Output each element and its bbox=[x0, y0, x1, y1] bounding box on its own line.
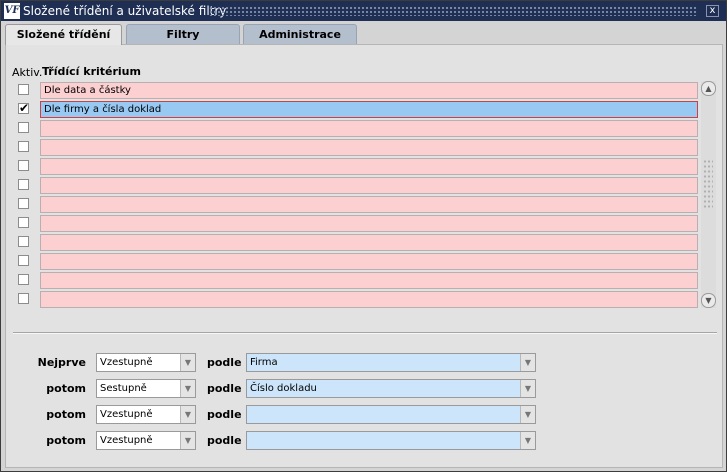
sort-level-label: potom bbox=[46, 434, 86, 447]
tab-slozene-trideni[interactable]: Složené třídění bbox=[5, 24, 122, 45]
scroll-down-icon[interactable]: ▼ bbox=[701, 293, 716, 308]
criterion-cell[interactable] bbox=[40, 253, 698, 270]
criterion-cell[interactable] bbox=[40, 139, 698, 156]
sort-field-select[interactable]: ▼ bbox=[246, 405, 536, 424]
scroll-up-icon[interactable]: ▲ bbox=[701, 81, 716, 96]
column-header-criterion: Třídící kritérium bbox=[42, 65, 141, 78]
row-active-checkbox[interactable] bbox=[18, 274, 29, 285]
criterion-cell[interactable]: Dle data a částky bbox=[40, 82, 698, 99]
podle-label: podle bbox=[207, 356, 242, 369]
row-active-checkbox[interactable] bbox=[18, 236, 29, 247]
sort-direction-value: Vzestupně bbox=[100, 409, 153, 420]
title-bar[interactable]: VF Složené třídění a uživatelské filtry … bbox=[1, 1, 726, 21]
row-active-checkbox[interactable] bbox=[18, 198, 29, 209]
row-active-checkbox[interactable] bbox=[18, 217, 29, 228]
sort-level-label: potom bbox=[46, 408, 86, 421]
podle-label: podle bbox=[207, 408, 242, 421]
sort-direction-value: Sestupně bbox=[100, 383, 147, 394]
sort-direction-select[interactable]: Sestupně ▼ bbox=[96, 379, 196, 398]
criterion-cell[interactable] bbox=[40, 215, 698, 232]
row-active-checkbox[interactable] bbox=[18, 293, 29, 304]
row-active-checkbox[interactable] bbox=[18, 160, 29, 171]
row-active-checkbox[interactable] bbox=[18, 255, 29, 266]
podle-label: podle bbox=[207, 382, 242, 395]
app-logo-icon: VF bbox=[4, 3, 20, 19]
sort-field-value: Firma bbox=[250, 357, 278, 368]
title-grip-pattern bbox=[209, 6, 697, 16]
sort-field-select[interactable]: ▼ bbox=[246, 431, 536, 450]
criterion-cell[interactable] bbox=[40, 291, 698, 308]
sort-field-select[interactable]: Firma ▼ bbox=[246, 353, 536, 372]
chevron-down-icon[interactable]: ▼ bbox=[180, 432, 195, 449]
sort-direction-select[interactable]: Vzestupně ▼ bbox=[96, 353, 196, 372]
close-button[interactable]: x bbox=[706, 5, 719, 17]
tab-administrace-filtru[interactable]: Administrace filtrů bbox=[243, 24, 357, 61]
chevron-down-icon[interactable]: ▼ bbox=[520, 432, 535, 449]
criterion-cell[interactable] bbox=[40, 272, 698, 289]
criterion-cell[interactable] bbox=[40, 120, 698, 137]
criterion-cell[interactable] bbox=[40, 177, 698, 194]
criterion-cell[interactable]: Dle firmy a čísla doklad bbox=[40, 101, 698, 118]
sort-direction-select[interactable]: Vzestupně ▼ bbox=[96, 431, 196, 450]
grid-scrollbar[interactable]: ▲ ▼ bbox=[701, 81, 716, 308]
row-active-checkbox[interactable] bbox=[18, 122, 29, 133]
dialog-window: VF Složené třídění a uživatelské filtry … bbox=[0, 0, 727, 472]
criterion-cell[interactable] bbox=[40, 196, 698, 213]
chevron-down-icon[interactable]: ▼ bbox=[520, 354, 535, 371]
row-active-checkbox[interactable] bbox=[18, 141, 29, 152]
sort-level-label: potom bbox=[46, 382, 86, 395]
sort-direction-value: Vzestupně bbox=[100, 435, 153, 446]
chevron-down-icon[interactable]: ▼ bbox=[180, 380, 195, 397]
sort-direction-select[interactable]: Vzestupně ▼ bbox=[96, 405, 196, 424]
sort-direction-value: Vzestupně bbox=[100, 357, 153, 368]
row-active-checkbox[interactable] bbox=[18, 84, 29, 95]
chevron-down-icon[interactable]: ▼ bbox=[180, 406, 195, 423]
podle-label: podle bbox=[207, 434, 242, 447]
criterion-cell[interactable] bbox=[40, 234, 698, 251]
scroll-grip[interactable] bbox=[703, 159, 713, 209]
sort-field-select[interactable]: Číslo dokladu ▼ bbox=[246, 379, 536, 398]
criterion-cell[interactable] bbox=[40, 158, 698, 175]
sort-level-label: Nejprve bbox=[37, 356, 86, 369]
row-active-checkbox[interactable]: ✔ bbox=[18, 102, 29, 114]
separator bbox=[13, 332, 717, 334]
chevron-down-icon[interactable]: ▼ bbox=[520, 406, 535, 423]
row-active-checkbox[interactable] bbox=[18, 179, 29, 190]
window-title: Složené třídění a uživatelské filtry bbox=[23, 4, 227, 18]
tab-filtry[interactable]: Filtry bbox=[126, 24, 240, 44]
column-header-active: Aktiv. bbox=[12, 66, 43, 79]
chevron-down-icon[interactable]: ▼ bbox=[520, 380, 535, 397]
chevron-down-icon[interactable]: ▼ bbox=[180, 354, 195, 371]
sort-field-value: Číslo dokladu bbox=[250, 383, 317, 394]
